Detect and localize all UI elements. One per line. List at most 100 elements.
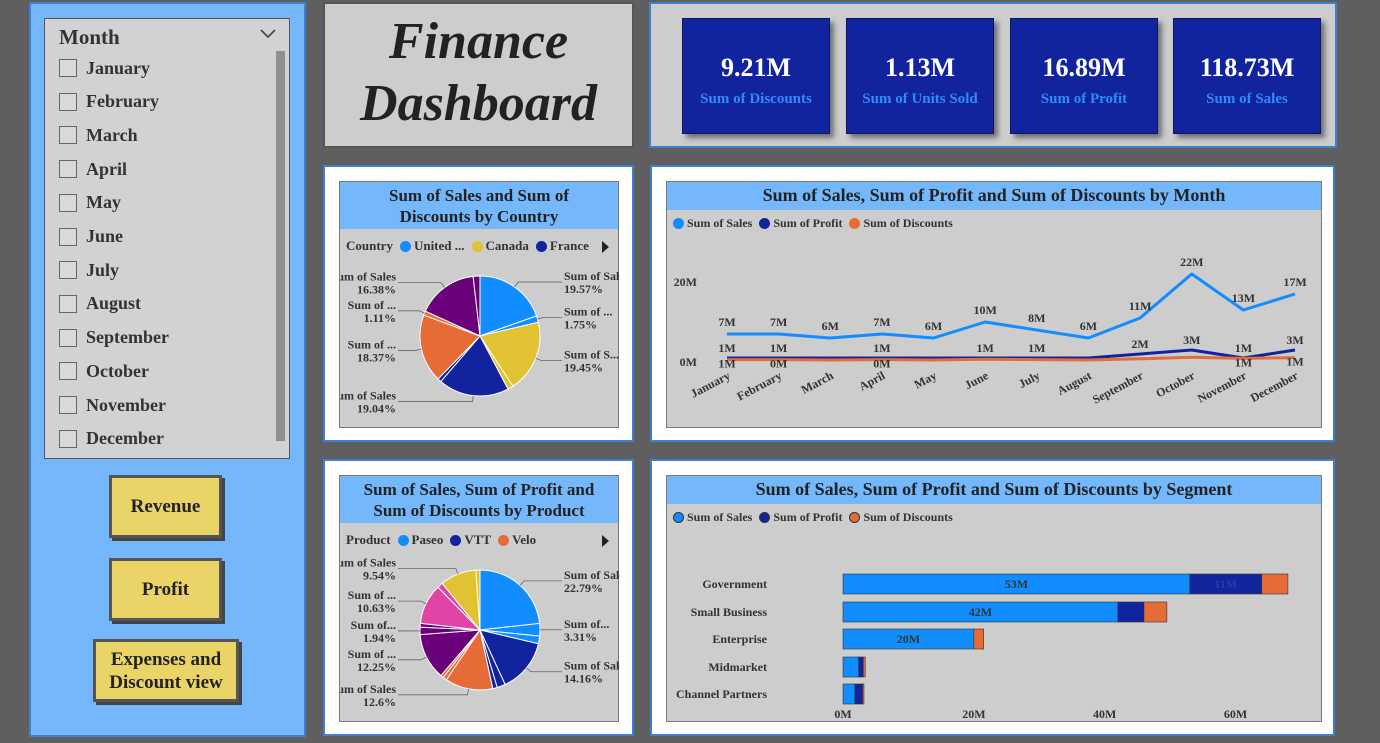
bar-segment[interactable]	[842, 683, 856, 705]
data-label: 6M	[1080, 319, 1097, 333]
checkbox[interactable]	[59, 193, 77, 212]
checkbox[interactable]	[59, 92, 77, 111]
legend-item-velo[interactable]: Velo	[498, 532, 536, 548]
legend-item-sales[interactable]: Sum of Sales	[673, 510, 752, 525]
month-option-april[interactable]: April	[59, 157, 127, 181]
month-option-label: August	[86, 293, 142, 314]
pie-leader-line	[526, 667, 562, 673]
checkbox[interactable]	[59, 126, 77, 145]
legend-item-discounts[interactable]: Sum of Discounts	[849, 510, 953, 525]
month-option-march[interactable]: March	[59, 123, 138, 147]
pie-leader-line	[398, 310, 425, 314]
bar-segment[interactable]	[1261, 573, 1289, 595]
bar-segment[interactable]	[1143, 601, 1168, 623]
bar-segment[interactable]	[858, 656, 864, 678]
checkbox[interactable]	[59, 261, 77, 280]
country-pie-visual: Sum of Sales and Sum of Discounts by Coun…	[339, 181, 620, 428]
legend-next-arrow-icon[interactable]	[600, 240, 610, 254]
data-label: 53M	[1005, 577, 1028, 591]
data-label: 1M	[1286, 355, 1303, 369]
month-option-august[interactable]: August	[59, 292, 141, 316]
legend-label: Sum of Profit	[773, 510, 843, 524]
month-option-june[interactable]: June	[59, 225, 123, 249]
legend-next-arrow-icon[interactable]	[600, 534, 610, 548]
checkbox[interactable]	[59, 294, 77, 313]
pie-leader-line	[535, 357, 562, 361]
legend-dot	[673, 218, 684, 229]
month-option-november[interactable]: November	[59, 393, 166, 417]
legend-item-france[interactable]: France	[535, 238, 589, 254]
data-label: 20M	[897, 632, 920, 646]
legend-item-canada[interactable]: Canada	[471, 238, 529, 254]
pie-slice-percent: 10.63%	[357, 601, 396, 615]
chart-title-line2: Discounts by Country	[399, 207, 559, 226]
pie-slice-label: Sum of S...	[564, 347, 619, 361]
bar-segment[interactable]	[854, 683, 863, 705]
pie-leader-line	[514, 281, 562, 288]
month-option-december[interactable]: December	[59, 427, 164, 451]
checkbox[interactable]	[59, 362, 77, 381]
legend-item-discounts[interactable]: Sum of Discounts	[849, 216, 953, 231]
pie-slice-label: Sum of Sales	[340, 389, 396, 403]
bar-segment[interactable]	[842, 656, 860, 678]
profit-button[interactable]: Profit	[109, 558, 222, 621]
x-tick-label: 20M	[962, 707, 985, 721]
checkbox[interactable]	[59, 59, 77, 77]
legend-item-vtt[interactable]: VTT	[450, 532, 491, 548]
bar-segment[interactable]	[862, 683, 865, 705]
bar-segment[interactable]	[862, 656, 866, 678]
month-option-label: September	[86, 327, 169, 348]
legend-label: Canada	[485, 238, 529, 253]
checkbox[interactable]	[59, 396, 77, 414]
legend-dot	[498, 534, 510, 546]
kpi-card-discounts: 9.21M Sum of Discounts	[682, 18, 830, 134]
month-option-february[interactable]: February	[59, 90, 159, 114]
pie-slice-label: Sum of ...	[564, 304, 612, 318]
chevron-down-icon[interactable]	[259, 27, 277, 41]
month-option-july[interactable]: July	[59, 258, 119, 282]
month-option-may[interactable]: May	[59, 191, 121, 215]
line-series[interactable]	[727, 272, 1296, 340]
legend-item-profit[interactable]: Sum of Profit	[759, 510, 842, 525]
month-option-october[interactable]: October	[59, 359, 149, 383]
bar-segment[interactable]	[1117, 601, 1145, 623]
kpi-value: 16.89M	[1042, 53, 1126, 82]
pie-slice[interactable]	[479, 569, 541, 631]
data-label: 1M	[1235, 355, 1252, 369]
month-option-september[interactable]: September	[59, 326, 169, 350]
checkbox[interactable]	[59, 429, 77, 448]
slicer-scrollbar[interactable]	[276, 51, 285, 441]
checkbox[interactable]	[59, 160, 77, 179]
legend-label: France	[549, 238, 589, 253]
legend-item-united[interactable]: United ...	[399, 238, 465, 254]
pie-slice-percent: 22.79%	[564, 581, 603, 595]
data-label: 1M	[718, 341, 735, 355]
pie-slice-percent: 19.04%	[357, 402, 396, 416]
legend-dot	[397, 534, 409, 546]
checkbox[interactable]	[59, 227, 77, 246]
x-tick-label: 40M	[1093, 707, 1116, 721]
y-category-label: Enterprise	[712, 632, 767, 646]
pie-slice-label: Sum of ...	[348, 647, 396, 661]
month-line-panel: Sum of Sales, Sum of Profit and Sum of D…	[650, 165, 1335, 442]
slicer-title: Month	[59, 25, 120, 49]
pie-leader-line	[398, 348, 422, 351]
legend-item-paseo[interactable]: Paseo	[397, 532, 443, 548]
data-label: 7M	[718, 315, 735, 329]
legend-item-sales[interactable]: Sum of Sales	[673, 216, 752, 231]
pie-slice-percent: 1.11%	[364, 311, 396, 325]
legend-dot	[471, 240, 483, 252]
data-label: 0M	[770, 357, 787, 371]
data-label: 3M	[1286, 333, 1303, 347]
legend-item-profit[interactable]: Sum of Profit	[759, 216, 842, 231]
legend-label: Sum of Profit	[773, 216, 843, 230]
pie-slice-label: Sum of...	[564, 617, 609, 631]
bar-segment[interactable]	[973, 628, 984, 650]
expenses-discount-button[interactable]: Expenses and Discount view	[93, 639, 239, 702]
month-option-january[interactable]: January	[59, 56, 150, 80]
checkbox[interactable]	[59, 328, 77, 347]
revenue-button[interactable]: Revenue	[109, 475, 222, 538]
pie-slice-percent: 12.25%	[357, 660, 396, 674]
legend-label: Sum of Discounts	[863, 216, 953, 230]
product-legend: Product Paseo VTT Velo	[346, 532, 543, 548]
